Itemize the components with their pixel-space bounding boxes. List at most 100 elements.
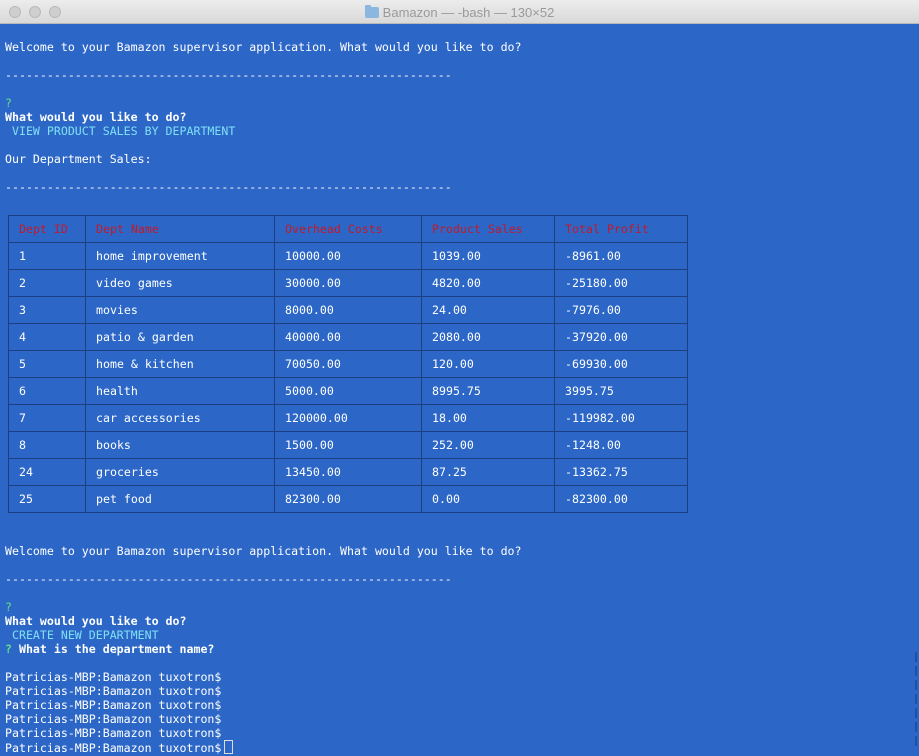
- total-profit-cell: -1248.00: [554, 431, 688, 459]
- total-profit-cell: -37920.00: [554, 323, 688, 351]
- dept-id-cell: 4: [8, 323, 86, 351]
- divider-line: ----------------------------------------…: [5, 180, 452, 194]
- overhead-costs-cell: 1500.00: [274, 431, 422, 459]
- overhead-costs-cell: 13450.00: [274, 458, 422, 486]
- shell-prompt-text: Patricias-MBP:Bamazon tuxotron$: [5, 741, 222, 755]
- total-profit-cell: -82300.00: [554, 485, 688, 513]
- dept-id-cell: 8: [8, 431, 86, 459]
- selected-answer: CREATE NEW DEPARTMENT: [5, 628, 159, 642]
- window-title: Bamazon — -bash — 130×52: [0, 5, 919, 20]
- folder-icon: [364, 5, 379, 18]
- dept-name-cell: groceries: [85, 458, 275, 486]
- shell-prompt-line: Patricias-MBP:Bamazon tuxotron$: [5, 726, 222, 740]
- table-row: 1 home improvement 10000.00 1039.00 -896…: [8, 242, 688, 270]
- total-profit-cell: -25180.00: [554, 269, 688, 297]
- table-row: 4 patio & garden 40000.00 2080.00 -37920…: [8, 323, 688, 351]
- dept-name-cell: books: [85, 431, 275, 459]
- divider-line: ----------------------------------------…: [5, 68, 452, 82]
- table-header-row: Dept ID Dept Name Overhead Costs Product…: [8, 215, 688, 243]
- shell-prompt-line: Patricias-MBP:Bamazon tuxotron$: [5, 670, 222, 684]
- column-header-total-profit: Total Profit: [554, 215, 688, 243]
- total-profit-cell: -13362.75: [554, 458, 688, 486]
- dept-id-cell: 24: [8, 458, 86, 486]
- dept-id-cell: 2: [8, 269, 86, 297]
- table-row: 6 health 5000.00 8995.75 3995.75: [8, 377, 688, 405]
- product-sales-cell: 18.00: [421, 404, 555, 432]
- table-row: 24 groceries 13450.00 87.25 -13362.75: [8, 458, 688, 486]
- window-title-text: Bamazon — -bash — 130×52: [382, 5, 555, 20]
- overhead-costs-cell: 70050.00: [274, 350, 422, 378]
- title-bar[interactable]: Bamazon — -bash — 130×52: [0, 0, 919, 24]
- column-header-dept-id: Dept ID: [8, 215, 86, 243]
- overhead-costs-cell: 5000.00: [274, 377, 422, 405]
- product-sales-cell: 1039.00: [421, 242, 555, 270]
- table-row: 8 books 1500.00 252.00 -1248.00: [8, 431, 688, 459]
- prompt-question: What would you like to do?: [5, 110, 187, 124]
- scroll-marker: [915, 722, 917, 732]
- dept-id-cell: 1: [8, 242, 86, 270]
- active-shell-prompt[interactable]: Patricias-MBP:Bamazon tuxotron$: [5, 740, 234, 755]
- selected-answer: VIEW PRODUCT SALES BY DEPARTMENT: [5, 124, 236, 138]
- shell-prompt-line: Patricias-MBP:Bamazon tuxotron$: [5, 684, 222, 698]
- total-profit-cell: -119982.00: [554, 404, 688, 432]
- column-header-product-sales: Product Sales: [421, 215, 555, 243]
- dept-id-cell: 5: [8, 350, 86, 378]
- department-name-prompt: ? What is the department name?: [5, 642, 214, 656]
- dept-name-cell: health: [85, 377, 275, 405]
- column-header-dept-name: Dept Name: [85, 215, 275, 243]
- shell-prompt-line: Patricias-MBP:Bamazon tuxotron$: [5, 698, 222, 712]
- total-profit-cell: -8961.00: [554, 242, 688, 270]
- text-cursor: [224, 740, 234, 754]
- dept-name-cell: home improvement: [85, 242, 275, 270]
- table-row: 7 car accessories 120000.00 18.00 -11998…: [8, 404, 688, 432]
- table-row: 3 movies 8000.00 24.00 -7976.00: [8, 296, 688, 324]
- product-sales-cell: 2080.00: [421, 323, 555, 351]
- divider-line: ----------------------------------------…: [5, 572, 452, 586]
- overhead-costs-cell: 8000.00: [274, 296, 422, 324]
- dept-name-cell: patio & garden: [85, 323, 275, 351]
- terminal-window: Bamazon — -bash — 130×52 Welcome to your…: [0, 0, 919, 756]
- total-profit-cell: -7976.00: [554, 296, 688, 324]
- scroll-marker: [915, 736, 917, 746]
- scroll-marker: [915, 708, 917, 718]
- welcome-message: Welcome to your Bamazon supervisor appli…: [5, 544, 522, 558]
- dept-name-cell: pet food: [85, 485, 275, 513]
- total-profit-cell: -69930.00: [554, 350, 688, 378]
- scroll-marker: [915, 666, 917, 676]
- dept-id-cell: 25: [8, 485, 86, 513]
- overhead-costs-cell: 30000.00: [274, 269, 422, 297]
- department-sales-table: Dept ID Dept Name Overhead Costs Product…: [8, 215, 688, 513]
- product-sales-cell: 24.00: [421, 296, 555, 324]
- dept-name-cell: home & kitchen: [85, 350, 275, 378]
- prompt-mark: ?: [5, 600, 12, 614]
- dept-name-cell: video games: [85, 269, 275, 297]
- product-sales-cell: 120.00: [421, 350, 555, 378]
- prompt-question: What would you like to do?: [5, 614, 187, 628]
- table-row: 2 video games 30000.00 4820.00 -25180.00: [8, 269, 688, 297]
- product-sales-cell: 252.00: [421, 431, 555, 459]
- total-profit-cell: 3995.75: [554, 377, 688, 405]
- department-name-question: What is the department name?: [11, 642, 215, 656]
- table-row: 5 home & kitchen 70050.00 120.00 -69930.…: [8, 350, 688, 378]
- scroll-marker: [915, 652, 917, 662]
- column-header-overhead-costs: Overhead Costs: [274, 215, 422, 243]
- dept-id-cell: 7: [8, 404, 86, 432]
- table-row: 25 pet food 82300.00 0.00 -82300.00: [8, 485, 688, 513]
- dept-id-cell: 3: [8, 296, 86, 324]
- product-sales-cell: 8995.75: [421, 377, 555, 405]
- product-sales-cell: 87.25: [421, 458, 555, 486]
- sales-heading: Our Department Sales:: [5, 152, 152, 166]
- overhead-costs-cell: 10000.00: [274, 242, 422, 270]
- prompt-mark: ?: [5, 642, 12, 656]
- overhead-costs-cell: 82300.00: [274, 485, 422, 513]
- dept-name-cell: movies: [85, 296, 275, 324]
- overhead-costs-cell: 120000.00: [274, 404, 422, 432]
- product-sales-cell: 0.00: [421, 485, 555, 513]
- dept-id-cell: 6: [8, 377, 86, 405]
- prompt-mark: ?: [5, 96, 12, 110]
- scroll-marker: [915, 680, 917, 690]
- scroll-marker: [915, 694, 917, 704]
- product-sales-cell: 4820.00: [421, 269, 555, 297]
- overhead-costs-cell: 40000.00: [274, 323, 422, 351]
- shell-prompt-line: Patricias-MBP:Bamazon tuxotron$: [5, 712, 222, 726]
